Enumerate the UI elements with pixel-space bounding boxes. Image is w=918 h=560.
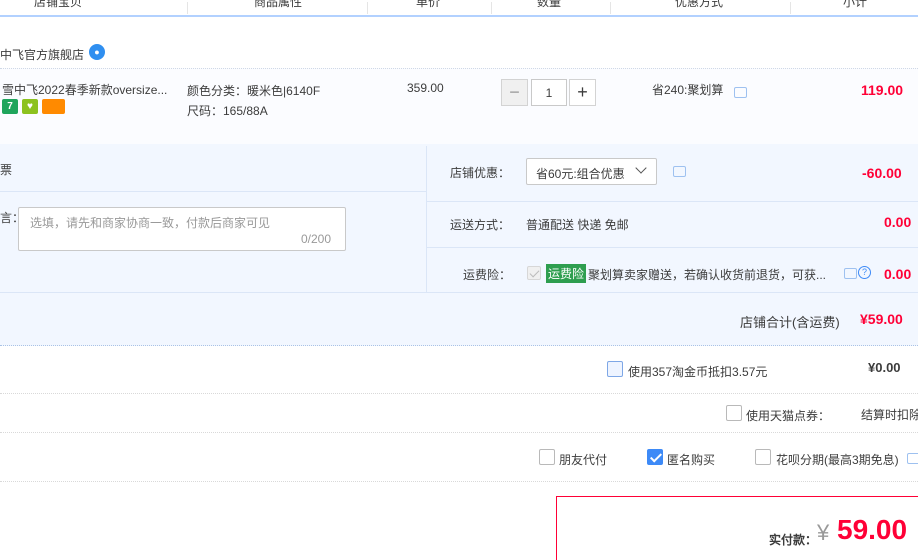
item-discount-label: 省240:聚划算 <box>652 83 724 97</box>
insurance-description: 聚划算卖家赠送，若确认收货前退货，可获... <box>588 268 827 282</box>
huabei-label: 花呗分期(最高3期免息) <box>776 453 899 467</box>
anonymous-label: 匿名购买 <box>667 453 716 467</box>
divider <box>427 201 918 202</box>
divider <box>0 191 426 192</box>
header-divider <box>187 2 188 14</box>
col-shop-item: 店铺宝贝 <box>34 0 83 9</box>
chat-icon[interactable] <box>844 268 857 279</box>
item-size-attr: 尺码：165/88A <box>187 104 268 118</box>
help-icon[interactable]: ? <box>858 266 871 279</box>
divider <box>0 481 918 482</box>
divider <box>0 292 918 293</box>
wangwang-chat-icon[interactable]: ● <box>89 44 105 60</box>
shipping-label: 运送方式： <box>450 218 511 232</box>
seven-day-return-icon: 7 <box>2 99 18 114</box>
insurance-amount: 0.00 <box>884 266 912 282</box>
header-divider <box>790 2 791 14</box>
header-divider <box>491 2 492 14</box>
shop-discount-select[interactable]: 省60元:组合优惠 <box>526 158 657 185</box>
insurance-label: 运费险： <box>463 268 512 282</box>
buyer-message-input[interactable]: 选填，请先和商家协商一致，付款后商家可见 0/200 <box>18 207 346 251</box>
col-quantity: 数量 <box>537 0 562 9</box>
tmall-points-checkbox[interactable] <box>726 405 742 421</box>
quantity-input[interactable] <box>531 79 567 106</box>
quantity-minus-button[interactable]: − <box>501 79 528 106</box>
anonymous-checkbox[interactable] <box>647 449 663 465</box>
shop-discount-amount: -60.00 <box>862 165 902 181</box>
col-discount: 优惠方式 <box>675 0 724 9</box>
col-unit-price: 单价 <box>416 0 441 9</box>
discount-info-icon[interactable] <box>734 87 747 98</box>
tmall-points-value: 结算时扣除 <box>861 408 918 422</box>
shop-name-link[interactable]: 中飞官方旗舰店 <box>0 46 84 63</box>
payment-currency: ¥ <box>817 520 830 545</box>
shipping-method: 普通配送 快递 免邮 <box>526 218 629 232</box>
col-attributes: 商品属性 <box>254 0 303 9</box>
huabei-checkbox[interactable] <box>755 449 771 465</box>
taojinbi-amount: ¥0.00 <box>868 360 901 375</box>
discount-info-icon[interactable] <box>673 166 686 177</box>
friend-pay-label: 朋友代付 <box>559 453 608 467</box>
friend-pay-checkbox[interactable] <box>539 449 555 465</box>
guarantee-icon: ♥ <box>22 99 38 114</box>
shipping-amount: 0.00 <box>884 214 912 230</box>
shop-discount-label: 店铺优惠： <box>450 166 511 180</box>
col-subtotal: 小计 <box>843 0 868 9</box>
chat-icon[interactable] <box>907 453 918 464</box>
cart-header: 店铺宝贝 商品属性 单价 数量 优惠方式 小计 <box>0 0 918 17</box>
payment-label: 实付款： <box>769 533 818 547</box>
tmall-points-label: 使用天猫点券： <box>746 409 831 423</box>
taojinbi-label: 使用357淘金币抵扣3.57元 <box>628 365 768 379</box>
message-char-count: 0/200 <box>301 232 332 246</box>
payment-amount: 59.00 <box>837 514 908 545</box>
divider <box>426 146 427 292</box>
item-row <box>0 68 918 144</box>
item-title-link[interactable]: 雪中飞2022春季新款oversize... <box>2 81 167 98</box>
insurance-badge: 运费险 <box>546 264 587 283</box>
divider <box>0 393 918 394</box>
divider <box>0 432 918 433</box>
shop-total-label: 店铺合计(含运费) <box>740 315 840 330</box>
taojinbi-checkbox[interactable] <box>607 361 623 377</box>
insurance-checkbox <box>527 266 541 280</box>
item-color-attr: 颜色分类：暖米色|6140F <box>187 84 321 98</box>
item-unit-price: 359.00 <box>407 81 444 95</box>
divider <box>427 247 918 248</box>
shop-total-amount: ¥59.00 <box>860 311 903 327</box>
credit-card-icon <box>42 99 65 114</box>
item-subtotal: 119.00 <box>861 82 904 98</box>
header-divider <box>610 2 611 14</box>
quantity-plus-button[interactable]: + <box>569 79 596 106</box>
invoice-label: 票 <box>0 163 13 177</box>
header-divider <box>367 2 368 14</box>
message-placeholder: 选填，请先和商家协商一致，付款后商家可见 <box>30 216 271 230</box>
shop-discount-selected: 省60元:组合优惠 <box>536 167 625 181</box>
